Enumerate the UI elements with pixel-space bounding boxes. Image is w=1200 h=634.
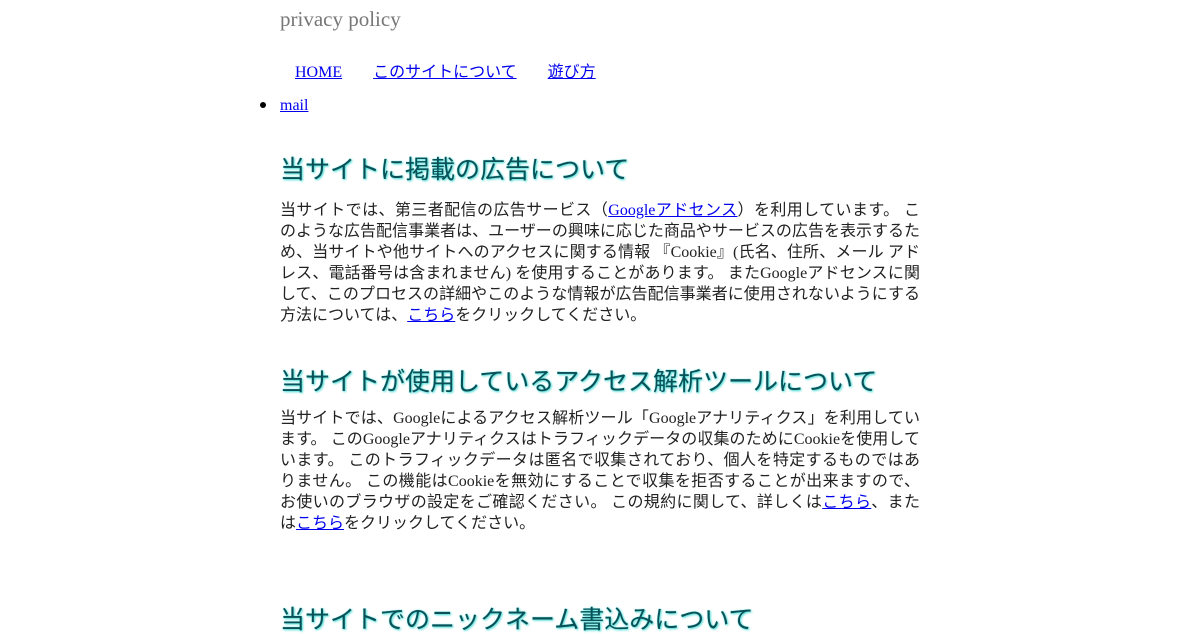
nav-item-howto: 遊び方 [548, 62, 596, 83]
nav-link-howto[interactable]: 遊び方 [548, 64, 596, 81]
mail-link[interactable]: mail [280, 97, 308, 114]
section-ads-text-3: をクリックしてください。 [455, 307, 647, 324]
nav-item-home: HOME [295, 62, 342, 83]
section-ads-title: 当サイトに掲載の広告について [280, 155, 630, 184]
section-ads-body: 当サイトでは、第三者配信の広告サービス（Googleアドセンス）を利用しています… [280, 200, 920, 326]
mail-list: mail [260, 95, 308, 116]
section-analytics-text-3: をクリックしてください。 [344, 515, 536, 532]
nav-item-about: このサイトについて [373, 62, 517, 83]
section-ads-text-2: ）を利用しています。 このような広告配信事業者は、ユーザーの興味に応じた商品やサ… [280, 202, 920, 324]
list-item-mail: mail [260, 95, 308, 116]
section-ads: 当サイトに掲載の広告について 当サイトでは、第三者配信の広告サービス（Googl… [280, 156, 920, 326]
bullet-icon [260, 102, 266, 108]
ads-optout-link[interactable]: こちら [407, 307, 455, 324]
section-analytics-title: 当サイトが使用しているアクセス解析ツールについて [280, 367, 878, 396]
analytics-policy-link[interactable]: こちら [296, 515, 344, 532]
analytics-terms-link[interactable]: こちら [822, 494, 871, 511]
adsense-link[interactable]: Googleアドセンス [608, 202, 737, 219]
section-analytics: 当サイトが使用しているアクセス解析ツールについて 当サイトでは、Googleによ… [280, 368, 920, 534]
nav-link-about[interactable]: このサイトについて [373, 64, 517, 81]
site-title: privacy policy [280, 7, 401, 31]
section-analytics-body: 当サイトでは、Googleによるアクセス解析ツール「Googleアナリティクス」… [280, 408, 920, 534]
main-nav: HOME このサイトについて 遊び方 [295, 62, 627, 83]
nav-link-home[interactable]: HOME [295, 64, 342, 81]
section-ads-text-1: 当サイトでは、第三者配信の広告サービス（ [280, 202, 609, 219]
